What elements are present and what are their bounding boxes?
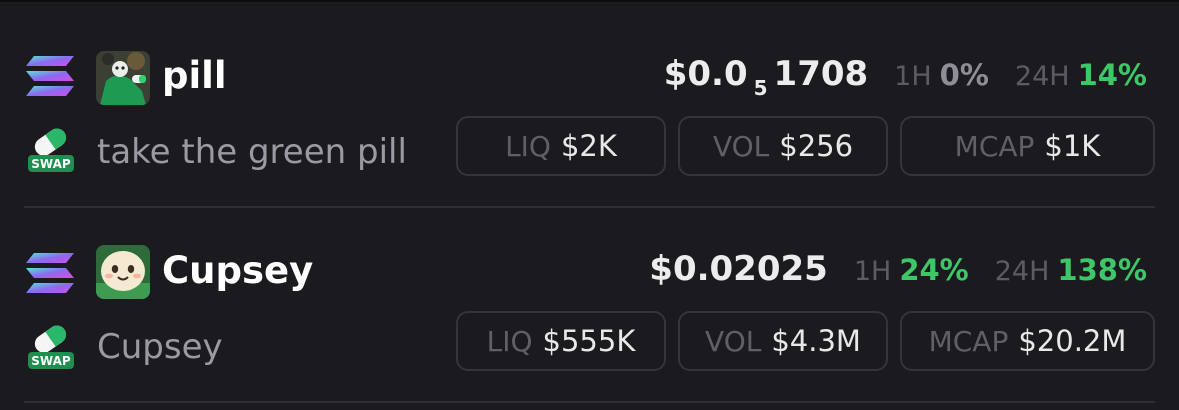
volume-stat[interactable]: VOL $4.3M	[678, 311, 888, 371]
change-1h-label: 1H	[853, 256, 892, 287]
liquidity-stat[interactable]: LIQ $555K	[456, 311, 666, 371]
mcap-value: $1K	[1044, 129, 1101, 163]
solana-icon	[26, 253, 74, 293]
price-line: $0.0 5 1708 1H 0% 24H 14%	[663, 54, 1147, 100]
token-row-cupsey[interactable]: Cupsey $0.02025 1H 24% 24H 138% SWAP Cup…	[0, 203, 1179, 403]
cupsey-avatar	[96, 245, 150, 299]
volume-stat[interactable]: VOL $256	[678, 116, 888, 176]
pill-avatar	[96, 51, 150, 105]
price-line: $0.02025 1H 24% 24H 138%	[649, 249, 1147, 293]
liq-label: LIQ	[505, 129, 551, 163]
swap-badge-label: SWAP	[31, 157, 71, 171]
liq-value: $555K	[542, 324, 636, 358]
swap-pill-badge: SWAP	[28, 128, 74, 172]
row-divider	[24, 401, 1155, 403]
vol-value: $256	[779, 129, 854, 163]
liquidity-stat[interactable]: LIQ $2K	[456, 116, 666, 176]
token-price: $0.02025	[649, 249, 828, 289]
token-price-tail: 1708	[773, 54, 869, 94]
swap-pill-badge: SWAP	[28, 325, 74, 369]
liq-label: LIQ	[486, 324, 533, 358]
token-name: pill	[162, 54, 227, 97]
price-zero-count: 5	[753, 76, 768, 100]
change-1h-label: 1H	[894, 61, 932, 92]
change-24h-label: 24H	[994, 256, 1050, 287]
market-cap-stat[interactable]: MCAP $1K	[900, 116, 1155, 176]
mcap-label: MCAP	[954, 129, 1035, 163]
token-name: Cupsey	[162, 249, 314, 292]
market-cap-stat[interactable]: MCAP $20.2M	[900, 311, 1155, 371]
token-description: take the green pill	[97, 132, 407, 172]
token-row-pill[interactable]: pill $0.0 5 1708 1H 0% 24H 14% SWAP take…	[0, 0, 1179, 200]
change-24h-value: 14%	[1077, 58, 1147, 92]
token-price: $0.0	[663, 54, 748, 94]
mcap-value: $20.2M	[1018, 324, 1127, 358]
vol-label: VOL	[705, 324, 762, 358]
mcap-label: MCAP	[928, 324, 1009, 358]
solana-icon	[26, 56, 74, 96]
vol-value: $4.3M	[771, 324, 861, 358]
change-1h-value: 0%	[939, 58, 989, 92]
change-24h-label: 24H	[1014, 61, 1070, 92]
swap-badge-label: SWAP	[31, 354, 71, 368]
token-description: Cupsey	[97, 327, 223, 367]
vol-label: VOL	[712, 129, 770, 163]
change-24h-value: 138%	[1057, 253, 1147, 287]
liq-value: $2K	[560, 129, 617, 163]
change-1h-value: 24%	[899, 253, 969, 287]
